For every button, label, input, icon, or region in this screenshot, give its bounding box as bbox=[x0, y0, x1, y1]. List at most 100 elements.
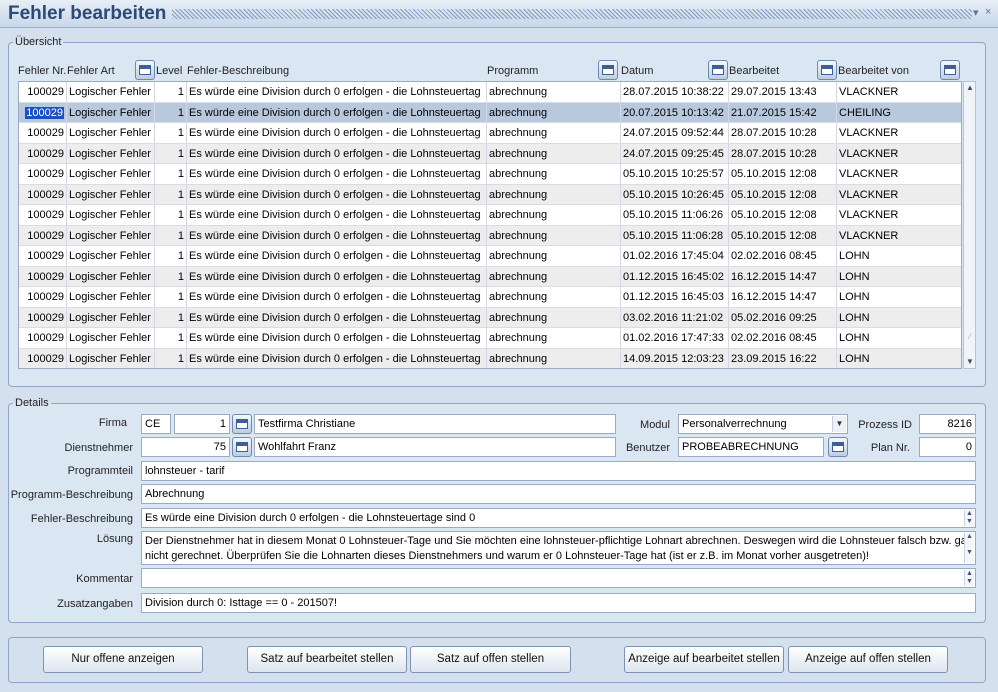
cell-bearbeitet: 28.07.2015 10:28 bbox=[729, 123, 837, 143]
cell-programm: abrechnung bbox=[487, 184, 621, 205]
scroll-down-icon[interactable]: ▼ bbox=[965, 357, 975, 367]
cell-bearbeitet-von: VLACKNER bbox=[837, 226, 961, 246]
cell-fehler-art: Logischer Fehler bbox=[67, 348, 155, 368]
col-header-bearbeitet-von[interactable]: Bearbeitet von bbox=[838, 60, 909, 82]
filter-bearbeitet-von-button[interactable] bbox=[940, 60, 960, 80]
cell-bearbeitet-von: LOHN bbox=[837, 246, 961, 266]
spinner-icon[interactable]: ▲ ▼ bbox=[964, 510, 974, 526]
close-icon[interactable]: × bbox=[985, 6, 991, 18]
minimize-icon[interactable]: ▾ bbox=[973, 6, 979, 19]
modul-label: Modul bbox=[640, 419, 670, 431]
table-row[interactable]: 100029 Logischer Fehler 1 Es würde eine Div… bbox=[19, 82, 961, 103]
details-legend: Details bbox=[15, 397, 49, 409]
table-icon bbox=[944, 65, 956, 75]
table-row[interactable]: 100029 Logischer Fehler 1 Es würde eine Div… bbox=[19, 348, 961, 368]
table-row[interactable]: 100029 Logischer Fehler 1 Es würde eine Div… bbox=[19, 328, 961, 349]
table-icon bbox=[821, 65, 833, 75]
cell-datum: 28.07.2015 10:38:22 bbox=[621, 82, 729, 102]
table-row[interactable]: 100029 Logischer Fehler 1 Es würde eine Div… bbox=[19, 205, 961, 226]
anzeige-offen-button[interactable]: Anzeige auf offen stellen bbox=[788, 646, 948, 673]
table-row[interactable]: 100029 Logischer Fehler 1 Es würde eine Div… bbox=[19, 287, 961, 308]
cell-datum: 24.07.2015 09:25:45 bbox=[621, 143, 729, 164]
cell-fehler-art: Logischer Fehler bbox=[67, 246, 155, 266]
cell-level: 1 bbox=[156, 328, 187, 348]
cell-programm: abrechnung bbox=[487, 82, 621, 102]
kommentar-field[interactable]: ▲ ▼ bbox=[141, 568, 976, 588]
dienstnehmer-lookup-button[interactable] bbox=[232, 437, 252, 457]
cell-bearbeitet-von: VLACKNER bbox=[837, 82, 961, 102]
selected-cell-value[interactable]: 100029 bbox=[25, 106, 64, 119]
table-icon bbox=[236, 442, 248, 452]
loesung-field[interactable]: Der Dienstnehmer hat in diesem Monat 0 L… bbox=[141, 531, 976, 565]
col-header-level[interactable]: Level bbox=[156, 60, 182, 82]
col-header-bearbeitet[interactable]: Bearbeitet bbox=[729, 60, 779, 82]
table-icon bbox=[602, 65, 614, 75]
firma-code-field[interactable]: CE bbox=[141, 414, 171, 434]
cell-beschreibung: Es würde eine Division durch 0 erfolgen … bbox=[187, 143, 487, 164]
programmteil-field[interactable]: lohnsteuer - tarif bbox=[141, 461, 976, 481]
cell-level: 1 bbox=[156, 246, 187, 266]
cell-beschreibung: Es würde eine Division durch 0 erfolgen … bbox=[187, 246, 487, 266]
spinner-icon[interactable]: ▲ ▼ bbox=[964, 570, 974, 586]
scroll-up-icon[interactable]: ▲ bbox=[965, 83, 975, 93]
table-row[interactable]: 100029 Logischer Fehler 1 Es würde eine Div… bbox=[19, 307, 961, 328]
grid-header: Fehler Nr. Fehler Art Level Fehler-Besch… bbox=[0, 60, 998, 82]
cell-fehler-nr: 100029 bbox=[19, 123, 67, 143]
dienstnehmer-name-field[interactable]: Wohlfahrt Franz bbox=[254, 437, 616, 457]
col-header-fehler-art[interactable]: Fehler Art bbox=[67, 60, 115, 82]
anzeige-bearbeitet-button[interactable]: Anzeige auf bearbeitet stellen bbox=[624, 646, 784, 673]
cell-programm: abrechnung bbox=[487, 287, 621, 307]
cell-datum: 05.10.2015 10:26:45 bbox=[621, 184, 729, 205]
cell-programm: abrechnung bbox=[487, 205, 621, 225]
cell-level: 1 bbox=[156, 287, 187, 307]
firma-lookup-button[interactable] bbox=[232, 414, 252, 434]
table-row[interactable]: 100029 Logischer Fehler 1 Es würde eine Div… bbox=[19, 225, 961, 246]
modul-select[interactable]: Personalverrechnung ▼ bbox=[678, 414, 848, 434]
table-scrollbar[interactable]: ▲ ⁄ ▼ bbox=[963, 81, 976, 369]
filter-fehler-art-button[interactable] bbox=[135, 60, 155, 80]
col-header-fehler-nr[interactable]: Fehler Nr. bbox=[18, 60, 66, 82]
table-row[interactable]: 100029 Logischer Fehler 1 Es würde eine Div… bbox=[19, 266, 961, 287]
prozess-id-field[interactable]: 8216 bbox=[919, 414, 976, 434]
firma-name-field[interactable]: Testfirma Christiane bbox=[254, 414, 616, 434]
zusatzangaben-label: Zusatzangaben bbox=[57, 598, 133, 610]
benutzer-field[interactable]: PROBEABRECHNUNG bbox=[678, 437, 824, 457]
table-row[interactable]: 100029 Logischer Fehler 1 Es würde eine Div… bbox=[19, 184, 961, 205]
cell-datum: 01.12.2015 16:45:03 bbox=[621, 287, 729, 307]
cell-level: 1 bbox=[156, 123, 187, 143]
table-row[interactable]: 100029 Logischer Fehler 1 Es würde eine Div… bbox=[19, 143, 961, 164]
cell-datum: 05.10.2015 11:06:26 bbox=[621, 205, 729, 225]
cell-datum: 01.02.2016 17:45:04 bbox=[621, 246, 729, 266]
filter-programm-button[interactable] bbox=[598, 60, 618, 80]
table-row[interactable]: 100029 Logischer Fehler 1 Es würde eine Div… bbox=[19, 246, 961, 267]
col-header-datum[interactable]: Datum bbox=[621, 60, 653, 82]
prozess-id-label: Prozess ID bbox=[858, 419, 912, 431]
cell-level: 1 bbox=[156, 205, 187, 225]
table-row[interactable]: 100029 Logischer Fehler 1 Es würde eine Div… bbox=[19, 102, 961, 123]
title-hatch-decoration bbox=[172, 9, 972, 19]
cell-bearbeitet-von: VLACKNER bbox=[837, 185, 961, 205]
col-header-programm[interactable]: Programm bbox=[487, 60, 538, 82]
table-row[interactable]: 100029 Logischer Fehler 1 Es würde eine Div… bbox=[19, 123, 961, 144]
plan-nr-field[interactable]: 0 bbox=[919, 437, 976, 457]
fehler-beschreibung-field[interactable]: Es würde eine Division durch 0 erfolgen … bbox=[141, 508, 976, 528]
scroll-grip-icon[interactable]: ⁄ bbox=[965, 332, 975, 342]
programm-beschreibung-label: Programm-Beschreibung bbox=[10, 489, 133, 501]
dienstnehmer-nr-field[interactable]: 75 bbox=[141, 437, 230, 457]
table-row[interactable]: 100029 Logischer Fehler 1 Es würde eine Div… bbox=[19, 164, 961, 185]
cell-bearbeitet: 16.12.2015 14:47 bbox=[729, 287, 837, 307]
cell-beschreibung: Es würde eine Division durch 0 erfolgen … bbox=[187, 307, 487, 328]
nur-offene-anzeigen-button[interactable]: Nur offene anzeigen bbox=[43, 646, 203, 673]
satz-offen-button[interactable]: Satz auf offen stellen bbox=[410, 646, 571, 673]
filter-datum-button[interactable] bbox=[708, 60, 728, 80]
cell-bearbeitet: 21.07.2015 15:42 bbox=[729, 102, 837, 123]
cell-programm: abrechnung bbox=[487, 348, 621, 368]
cell-bearbeitet: 05.10.2015 12:08 bbox=[729, 205, 837, 225]
zusatzangaben-field[interactable]: Division durch 0: Isttage == 0 - 201507! bbox=[141, 593, 976, 613]
col-header-beschreibung[interactable]: Fehler-Beschreibung bbox=[187, 60, 289, 82]
programm-beschreibung-field[interactable]: Abrechnung bbox=[141, 484, 976, 504]
spinner-icon[interactable]: ▲ ▼ bbox=[964, 533, 974, 563]
satz-bearbeitet-button[interactable]: Satz auf bearbeitet stellen bbox=[247, 646, 407, 673]
firma-nr-field[interactable]: 1 bbox=[174, 414, 230, 434]
filter-bearbeitet-button[interactable] bbox=[817, 60, 837, 80]
